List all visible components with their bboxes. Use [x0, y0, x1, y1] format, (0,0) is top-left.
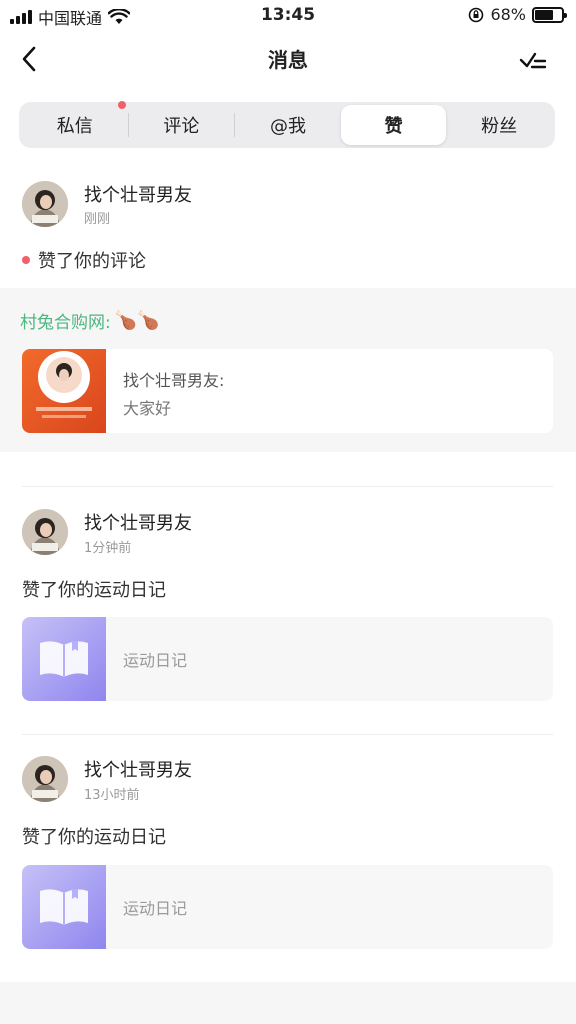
action-label: 赞了你的评论 [38, 251, 146, 272]
divider [22, 734, 553, 735]
tab-label: 评论 [163, 116, 200, 137]
tab-label: 私信 [56, 116, 93, 137]
divider [22, 486, 553, 487]
drumstick-emoji: 🍗🍗 [114, 310, 160, 331]
tab-label: @我 [269, 116, 306, 137]
avatar[interactable] [22, 756, 68, 802]
tab-likes[interactable]: 赞 [340, 105, 447, 145]
tab-private-messages[interactable]: 私信 [22, 101, 128, 145]
like-action-text: 赞了你的评论 [22, 247, 146, 273]
tab-label: 赞 [384, 116, 403, 137]
comment-text: 大家好 [123, 399, 172, 418]
post-thumbnail [22, 349, 106, 433]
avatar-photo [22, 509, 68, 555]
nav-bar: 消息 [0, 30, 576, 88]
diary-thumbnail [22, 617, 106, 701]
sport-diary-card[interactable]: 运动日记 [22, 865, 553, 949]
unread-dot [22, 256, 30, 264]
sport-diary-card[interactable]: 运动日记 [22, 617, 553, 701]
tab-mentions[interactable]: @我 [235, 105, 341, 145]
quoted-comment[interactable]: 村兔合购网: 🍗🍗 找个壮哥男友: 大家好 [0, 288, 576, 452]
timestamp: 刚刚 [84, 212, 111, 227]
tab-comments[interactable]: 评论 [129, 105, 235, 145]
battery-percent: 68% [490, 5, 526, 24]
avatar[interactable] [22, 509, 68, 555]
avatar-photo [22, 756, 68, 802]
timestamp: 1分钟前 [84, 541, 132, 556]
status-bar: 中国联通 13:45 68% [0, 0, 576, 30]
user-name[interactable]: 找个壮哥男友 [84, 509, 192, 535]
orientation-lock-icon [469, 7, 484, 22]
comment-card[interactable]: 找个壮哥男友: 大家好 [22, 349, 553, 433]
mark-all-read-icon[interactable] [518, 44, 550, 76]
page-title: 消息 [268, 48, 308, 72]
user-name[interactable]: 找个壮哥男友 [84, 181, 192, 207]
like-action-text: 赞了你的运动日记 [22, 580, 166, 601]
avatar-photo [22, 181, 68, 227]
like-action-text: 赞了你的运动日记 [22, 827, 166, 848]
diary-label: 运动日记 [123, 899, 188, 918]
message-tabs: 私信 评论 @我 赞 粉丝 [19, 101, 555, 148]
tab-label: 粉丝 [481, 116, 518, 137]
timestamp: 13小时前 [84, 788, 140, 803]
qr-code-image [36, 351, 92, 418]
book-icon [40, 889, 88, 925]
battery-icon [532, 6, 567, 23]
source-name: 村兔合购网: [20, 313, 111, 333]
user-name[interactable]: 找个壮哥男友 [84, 756, 192, 782]
tab-fans[interactable]: 粉丝 [446, 105, 552, 145]
book-icon [40, 641, 88, 677]
unread-badge [117, 101, 126, 109]
diary-thumbnail [22, 865, 106, 949]
diary-label: 运动日记 [123, 651, 188, 670]
list-footer [0, 982, 576, 1024]
avatar[interactable] [22, 181, 68, 227]
comment-author: 找个壮哥男友: [123, 371, 225, 390]
